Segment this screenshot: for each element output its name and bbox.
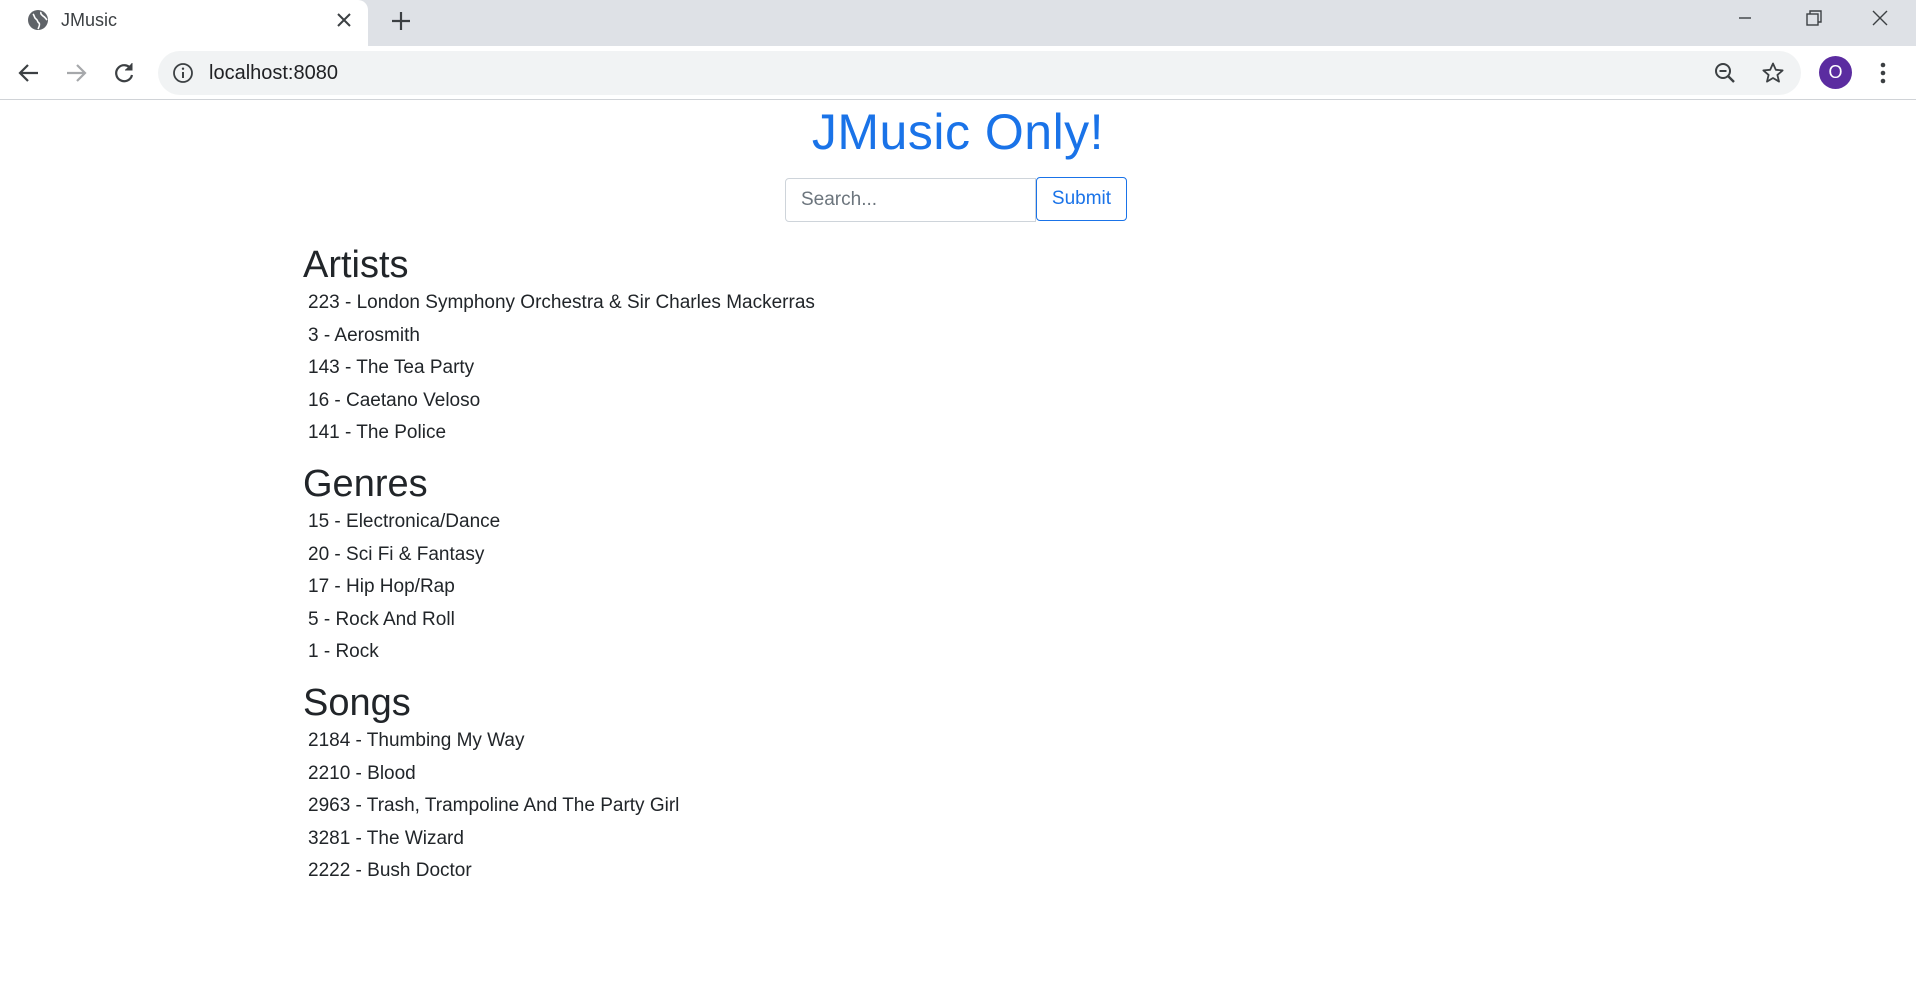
song-item: 2963 - Trash, Trampoline And The Party G… — [308, 795, 680, 817]
zoom-out-icon[interactable] — [1713, 61, 1737, 85]
back-arrow-icon[interactable] — [16, 60, 42, 86]
genres-heading: Genres — [303, 463, 428, 505]
plus-icon[interactable] — [388, 8, 414, 34]
songs-list: 2184 - Thumbing My Way 2210 - Blood 2963… — [303, 725, 679, 888]
genres-list: 15 - Electronica/Dance 20 - Sci Fi & Fan… — [303, 506, 500, 669]
artist-item: 143 - The Tea Party — [308, 357, 475, 379]
restore-icon[interactable] — [1795, 4, 1831, 32]
song-item: 2210 - Blood — [308, 762, 416, 784]
globe-icon — [27, 9, 49, 31]
genre-item: 1 - Rock — [308, 641, 379, 663]
info-icon[interactable] — [172, 62, 194, 84]
kebab-menu-icon[interactable] — [1870, 60, 1896, 86]
genre-item: 20 - Sci Fi & Fantasy — [308, 543, 485, 565]
close-icon[interactable] — [333, 9, 355, 31]
songs-heading: Songs — [303, 682, 411, 724]
search-input[interactable] — [785, 178, 1036, 222]
window-close-icon[interactable] — [1862, 4, 1898, 32]
browser-tabstrip: JMusic — [0, 0, 1916, 46]
genre-item: 15 - Electronica/Dance — [308, 511, 501, 532]
artist-item: 3 - Aerosmith — [308, 324, 420, 346]
browser-tab[interactable]: JMusic — [0, 0, 368, 46]
forward-arrow-icon[interactable] — [63, 60, 89, 86]
artist-item: 141 - The Police — [308, 422, 447, 444]
songs-section: Songs 2184 - Thumbing My Way 2210 - Bloo… — [303, 681, 679, 888]
artist-item: 223 - London Symphony Orchestra & Sir Ch… — [308, 292, 815, 313]
song-item: 2222 - Bush Doctor — [308, 860, 472, 882]
address-bar[interactable]: localhost:8080 — [158, 51, 1801, 95]
artists-section: Artists 223 - London Symphony Orchestra … — [303, 243, 815, 450]
song-item: 3281 - The Wizard — [308, 827, 464, 849]
reload-icon[interactable] — [111, 60, 137, 86]
star-icon[interactable] — [1761, 61, 1785, 85]
submit-button[interactable]: Submit — [1036, 177, 1127, 221]
artists-heading: Artists — [303, 244, 409, 286]
address-url[interactable]: localhost:8080 — [209, 62, 338, 84]
minimize-icon[interactable] — [1727, 4, 1763, 32]
artist-item: 16 - Caetano Veloso — [308, 389, 481, 411]
genre-item: 5 - Rock And Roll — [308, 608, 455, 630]
song-item: 2184 - Thumbing My Way — [308, 730, 525, 751]
page-title: JMusic Only! — [811, 104, 1105, 160]
browser-toolbar: localhost:8080 O — [0, 46, 1916, 100]
artists-list: 223 - London Symphony Orchestra & Sir Ch… — [303, 287, 815, 450]
page-content: JMusic Only! Submit Artists 223 - London… — [0, 100, 1916, 1008]
genres-section: Genres 15 - Electronica/Dance 20 - Sci F… — [303, 462, 500, 669]
profile-avatar[interactable]: O — [1819, 56, 1852, 89]
tab-title: JMusic — [61, 10, 118, 30]
genre-item: 17 - Hip Hop/Rap — [308, 576, 455, 598]
